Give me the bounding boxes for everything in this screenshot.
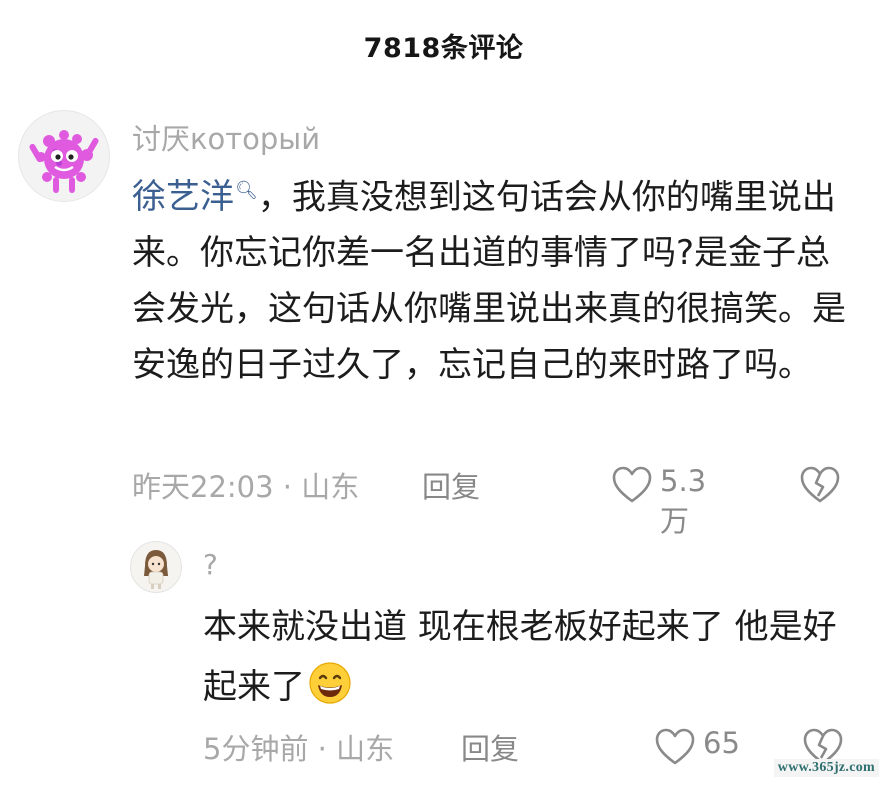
comment-time-location: 昨天22:03 · 山东: [132, 470, 360, 504]
grinning-face-emoji: [309, 662, 351, 704]
mention-name[interactable]: 徐艺洋: [132, 177, 234, 217]
reply-button[interactable]: 回复: [422, 464, 480, 506]
monster-avatar-icon: [29, 130, 99, 193]
comment-meta: 昨天22:03 · 山东 回复 5.3万: [132, 462, 852, 538]
watermark: www.365jz.com: [773, 759, 879, 777]
reply-reply-button[interactable]: 回复: [461, 726, 519, 768]
reply-avatar[interactable]: [130, 541, 182, 593]
like-count: 5.3万: [660, 464, 707, 538]
reply-username[interactable]: ?: [203, 548, 218, 581]
mention-link[interactable]: 徐艺洋🔍︎: [132, 177, 258, 217]
comment-count-title: 7818条评论: [363, 33, 524, 64]
comment-body: 徐艺洋🔍︎，我真没想到这句话会从你的嘴里说出来。你忘记你差一名出道的事情了吗?是…: [132, 163, 852, 393]
reply-text: 本来就没出道 现在根老板好起来了 他是好起来了: [203, 607, 837, 707]
broken-heart-icon[interactable]: [800, 466, 840, 504]
search-icon: 🔍︎: [235, 180, 258, 201]
reply-time-location: 5分钟前 · 山东: [203, 732, 395, 766]
heart-icon: [612, 466, 652, 503]
heart-icon: [655, 728, 695, 765]
girl-avatar-icon: [144, 550, 168, 589]
reply-body: 本来就没出道 现在根老板好起来了 他是好起来了: [203, 597, 863, 717]
comment-username[interactable]: 讨厌который: [132, 116, 320, 158]
reply-meta: 5分钟前 · 山东 回复 65: [203, 724, 853, 770]
reply-like-count: 65: [703, 726, 740, 760]
avatar[interactable]: [18, 110, 110, 202]
